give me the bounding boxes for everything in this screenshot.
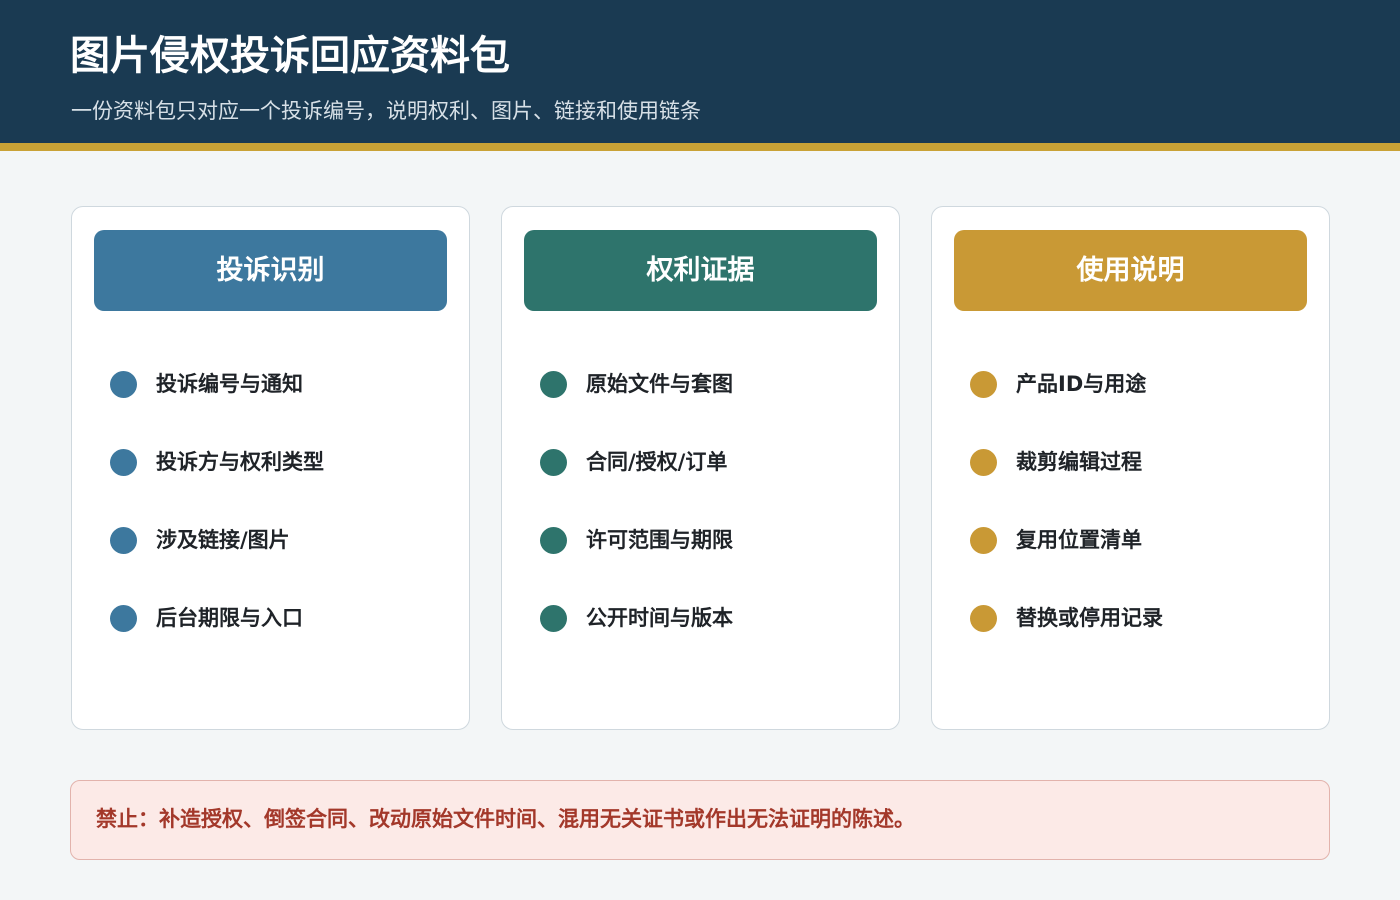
list-item-label: 涉及链接/图片: [156, 528, 290, 552]
list-item-label: 投诉编号与通知: [156, 372, 303, 396]
list-item: 公开时间与版本: [540, 598, 870, 638]
list-item-label: 许可范围与期限: [586, 528, 733, 552]
list-item-label: 产品ID与用途: [1016, 372, 1147, 396]
list-item-label: 投诉方与权利类型: [156, 450, 324, 474]
list-item: 涉及链接/图片: [110, 520, 440, 560]
bullet-dot-icon: [540, 527, 567, 554]
bullet-dot-icon: [110, 605, 137, 632]
card-title: 投诉识别: [94, 230, 447, 311]
card-rights-evidence: 权利证据 原始文件与套图 合同/授权/订单 许可范围与期限 公开时间与版本: [501, 206, 900, 730]
list-item: 产品ID与用途: [970, 364, 1300, 404]
list-item: 投诉方与权利类型: [110, 442, 440, 482]
page-title: 图片侵权投诉回应资料包: [70, 33, 510, 79]
list-item-label: 公开时间与版本: [586, 606, 733, 630]
list-item: 替换或停用记录: [970, 598, 1300, 638]
page-header: 图片侵权投诉回应资料包 一份资料包只对应一个投诉编号，说明权利、图片、链接和使用…: [0, 0, 1400, 143]
bullet-dot-icon: [110, 371, 137, 398]
list-item: 原始文件与套图: [540, 364, 870, 404]
bullet-dot-icon: [540, 371, 567, 398]
bullet-dot-icon: [970, 449, 997, 476]
card-title: 使用说明: [954, 230, 1307, 311]
list-item: 许可范围与期限: [540, 520, 870, 560]
bullet-dot-icon: [970, 371, 997, 398]
prohibition-notice: 禁止：补造授权、倒签合同、改动原始文件时间、混用无关证书或作出无法证明的陈述。: [70, 780, 1330, 860]
list-item: 裁剪编辑过程: [970, 442, 1300, 482]
list-item-label: 原始文件与套图: [586, 372, 733, 396]
bullet-dot-icon: [540, 605, 567, 632]
header-accent-bar: [0, 143, 1400, 151]
page-subtitle: 一份资料包只对应一个投诉编号，说明权利、图片、链接和使用链条: [71, 99, 701, 123]
list-item-label: 替换或停用记录: [1016, 606, 1163, 630]
prohibition-text: 禁止：补造授权、倒签合同、改动原始文件时间、混用无关证书或作出无法证明的陈述。: [96, 807, 915, 831]
card-usage-description: 使用说明 产品ID与用途 裁剪编辑过程 复用位置清单 替换或停用记录: [931, 206, 1330, 730]
list-item-label: 复用位置清单: [1016, 528, 1142, 552]
bullet-dot-icon: [110, 449, 137, 476]
list-item: 后台期限与入口: [110, 598, 440, 638]
list-item-label: 裁剪编辑过程: [1016, 450, 1142, 474]
bullet-dot-icon: [540, 449, 567, 476]
bullet-dot-icon: [970, 605, 997, 632]
bullet-dot-icon: [110, 527, 137, 554]
list-item-label: 合同/授权/订单: [586, 450, 728, 474]
card-title: 权利证据: [524, 230, 877, 311]
card-complaint-identification: 投诉识别 投诉编号与通知 投诉方与权利类型 涉及链接/图片 后台期限与入口: [71, 206, 470, 730]
list-item: 投诉编号与通知: [110, 364, 440, 404]
list-item: 合同/授权/订单: [540, 442, 870, 482]
bullet-dot-icon: [970, 527, 997, 554]
list-item-label: 后台期限与入口: [156, 606, 303, 630]
list-item: 复用位置清单: [970, 520, 1300, 560]
